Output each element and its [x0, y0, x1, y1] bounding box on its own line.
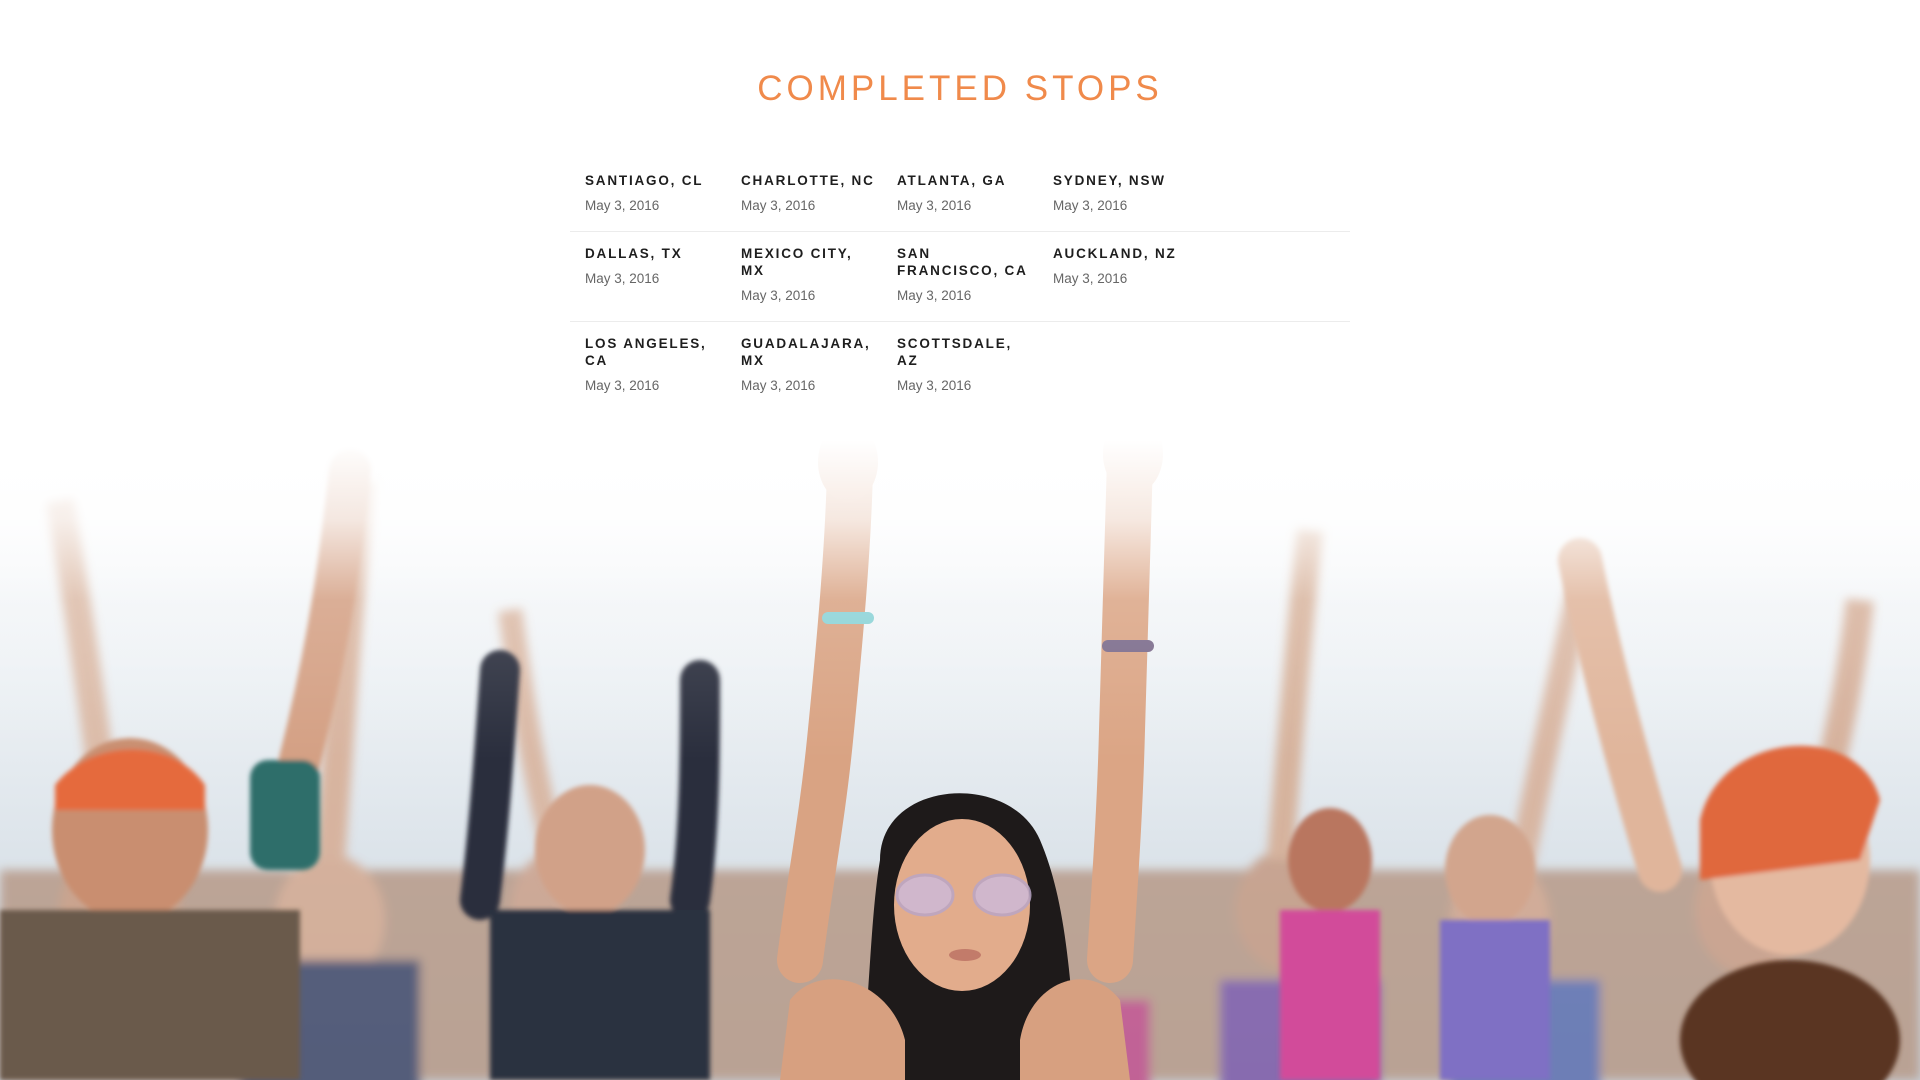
stop-item: SANTIAGO, CL May 3, 2016 [570, 172, 726, 214]
stop-date: May 3, 2016 [897, 198, 972, 213]
stop-date: May 3, 2016 [585, 198, 660, 213]
stop-city: AUCKLAND, NZ [1053, 246, 1177, 261]
stops-row: LOS ANGELES, CA May 3, 2016 GUADALAJARA,… [570, 335, 1350, 411]
stop-date: May 3, 2016 [585, 271, 660, 286]
stop-city: MEXICO CITY, MX [741, 246, 853, 278]
stop-item: MEXICO CITY, MX May 3, 2016 [726, 245, 882, 304]
stop-date: May 3, 2016 [741, 378, 816, 393]
page: COMPLETED STOPS SANTIAGO, CL May 3, 2016… [0, 0, 1920, 1080]
stop-date: May 3, 2016 [1053, 198, 1128, 213]
stop-date: May 3, 2016 [1053, 271, 1128, 286]
stop-date: May 3, 2016 [741, 198, 816, 213]
stop-city: CHARLOTTE, NC [741, 173, 875, 188]
stop-city: GUADALAJARA, MX [741, 336, 871, 368]
stop-item: LOS ANGELES, CA May 3, 2016 [570, 335, 726, 394]
stop-item: ATLANTA, GA May 3, 2016 [882, 172, 1038, 214]
stop-item: CHARLOTTE, NC May 3, 2016 [726, 172, 882, 214]
stop-date: May 3, 2016 [585, 378, 660, 393]
stops-row: SANTIAGO, CL May 3, 2016 CHARLOTTE, NC M… [570, 172, 1350, 232]
stop-item: SAN FRANCISCO, CA May 3, 2016 [882, 245, 1038, 304]
stop-city: SCOTTSDALE, AZ [897, 336, 1013, 368]
section-title: COMPLETED STOPS [757, 69, 1163, 109]
stop-item: SYDNEY, NSW May 3, 2016 [1038, 172, 1194, 214]
stop-date: May 3, 2016 [897, 288, 972, 303]
crowd-photo-illustration [0, 440, 1920, 1080]
stop-city: SANTIAGO, CL [585, 173, 704, 188]
hero-photo [0, 440, 1920, 1080]
stop-item: AUCKLAND, NZ May 3, 2016 [1038, 245, 1194, 304]
stop-date: May 3, 2016 [741, 288, 816, 303]
stop-city: SAN FRANCISCO, CA [897, 246, 1028, 278]
stop-city: SYDNEY, NSW [1053, 173, 1166, 188]
stop-item: DALLAS, TX May 3, 2016 [570, 245, 726, 304]
stop-city: ATLANTA, GA [897, 173, 1007, 188]
stops-grid: SANTIAGO, CL May 3, 2016 CHARLOTTE, NC M… [570, 172, 1350, 411]
stops-row: DALLAS, TX May 3, 2016 MEXICO CITY, MX M… [570, 245, 1350, 322]
stop-date: May 3, 2016 [897, 378, 972, 393]
stop-item: GUADALAJARA, MX May 3, 2016 [726, 335, 882, 394]
stop-item: SCOTTSDALE, AZ May 3, 2016 [882, 335, 1038, 394]
stop-city: DALLAS, TX [585, 246, 683, 261]
stop-city: LOS ANGELES, CA [585, 336, 707, 368]
